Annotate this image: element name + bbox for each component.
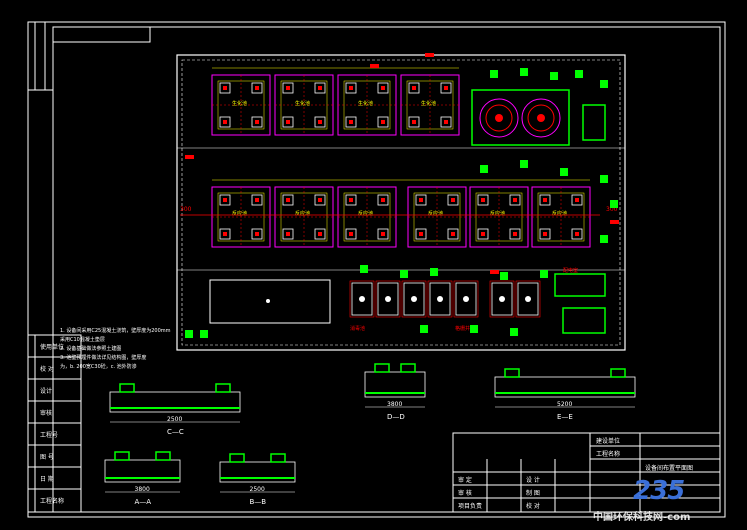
storage-room bbox=[209, 279, 331, 324]
tank-label: 反应池 bbox=[358, 210, 373, 217]
tank-label: 反应池 bbox=[552, 210, 567, 217]
equipment-label: 格栅井 bbox=[455, 325, 470, 332]
section-label: B—B bbox=[250, 498, 267, 506]
tank-label: 反应池 bbox=[490, 210, 505, 217]
bottom-equipment-row: 配电室格栅井 消毒池 bbox=[349, 267, 606, 334]
watermark-logo: 235 bbox=[633, 476, 685, 506]
title-label: 审 定 bbox=[458, 476, 472, 484]
fixture-marker bbox=[480, 165, 488, 173]
tank-label: 反应池 bbox=[295, 210, 310, 217]
note-line: 采用C10混凝土垫层 bbox=[60, 336, 105, 343]
fixture-marker bbox=[600, 175, 608, 183]
tank-label: 生化池 bbox=[295, 100, 310, 107]
fixture-marker bbox=[470, 325, 478, 333]
fixture-marker bbox=[600, 235, 608, 243]
fixture-marker bbox=[185, 330, 193, 338]
fixture-marker bbox=[520, 68, 528, 76]
red-marker bbox=[185, 155, 194, 159]
design-notes: 1. 设备间采用C25混凝土浇筑，壁厚度为200mm 采用C10混凝土垫层 2. 设… bbox=[60, 327, 171, 370]
note-line: 为，b. 200宽C30砼，c. 池外防渗 bbox=[60, 363, 137, 370]
side-panel-label: 日 期 bbox=[40, 475, 54, 483]
fixture-marker bbox=[490, 70, 498, 78]
fixture-marker bbox=[430, 268, 438, 276]
tank-label: 生化池 bbox=[421, 100, 436, 107]
fixture-marker bbox=[540, 270, 548, 278]
title-label: 工程名称 bbox=[596, 450, 620, 458]
cad-drawing: 使用单位校 对设计审核工程号图 号日 期工程名称 生化池 生化池 生化池 生化池 反应… bbox=[27, 21, 726, 518]
title-label: 制 图 bbox=[526, 489, 540, 497]
red-marker bbox=[425, 53, 434, 57]
side-panel-label: 校 对 bbox=[40, 365, 54, 373]
title-label: 项目负责 bbox=[458, 502, 482, 510]
side-info-panel: 使用单位校 对设计审核工程号图 号日 期工程名称 bbox=[27, 334, 82, 513]
fixture-marker bbox=[400, 270, 408, 278]
dimension-text: 2500 bbox=[167, 416, 182, 423]
section-label: A—A bbox=[135, 498, 152, 506]
title-label: 设 计 bbox=[526, 476, 540, 484]
top-left-tab bbox=[52, 26, 151, 43]
equipment-label: 消毒池 bbox=[350, 325, 365, 332]
tank-label: 反应池 bbox=[428, 210, 443, 217]
tank-label: 生化池 bbox=[232, 100, 247, 107]
side-panel-label: 工程号 bbox=[40, 431, 58, 439]
drawing-title: 设备间布置平面图 bbox=[645, 464, 693, 472]
note-line: 1. 设备间采用C25混凝土浇筑，壁厚度为200mm bbox=[60, 327, 171, 334]
note-line: 3. 池壁预埋件做法详见结构图，壁厚度 bbox=[60, 354, 146, 361]
circular-tanks bbox=[471, 89, 606, 146]
red-marker bbox=[610, 220, 619, 224]
red-marker bbox=[490, 270, 499, 274]
section-label: D—D bbox=[387, 413, 405, 421]
dimension-text: 3800 bbox=[135, 486, 150, 493]
section-label: E—E bbox=[557, 413, 573, 421]
red-marker bbox=[370, 64, 379, 68]
note-line: 2. 设备基础做法参照土建图 bbox=[60, 345, 121, 352]
title-label: 校 对 bbox=[526, 502, 540, 510]
fixture-marker bbox=[360, 265, 368, 273]
fixture-marker bbox=[500, 272, 508, 280]
fixture-marker bbox=[610, 200, 618, 208]
fixture-marker bbox=[550, 72, 558, 80]
watermark-site: 中国环保科技网-com bbox=[593, 512, 691, 523]
side-panel-label: 设计 bbox=[40, 387, 52, 395]
side-panel-label: 工程名称 bbox=[40, 497, 64, 505]
fixture-marker bbox=[600, 80, 608, 88]
title-label: 建设单位 bbox=[596, 437, 620, 445]
side-panel-label: 图 号 bbox=[40, 454, 54, 461]
tank-label: 生化池 bbox=[358, 100, 373, 107]
top-tank-row: 生化池 生化池 生化池 生化池 bbox=[211, 67, 460, 136]
fixture-marker bbox=[420, 325, 428, 333]
tank-label: 反应池 bbox=[232, 210, 247, 217]
section-label: C—C bbox=[167, 428, 184, 436]
fixture-marker bbox=[560, 168, 568, 176]
title-label: 审 核 bbox=[458, 489, 472, 497]
drawing-outer-border bbox=[27, 21, 726, 518]
fixture-marker bbox=[510, 328, 518, 336]
fixture-marker bbox=[575, 70, 583, 78]
dimension-text: 2500 bbox=[250, 486, 265, 493]
fixture-marker bbox=[200, 330, 208, 338]
dimension-text: 300 bbox=[180, 206, 192, 213]
side-panel-label: 审核 bbox=[40, 409, 52, 417]
fixture-marker bbox=[520, 160, 528, 168]
dimension-text: 5200 bbox=[557, 401, 572, 408]
dimension-text: 3800 bbox=[387, 401, 402, 408]
middle-tank-row: 反应池 反应池 反应池 反应池 反应池 反应池300 300 bbox=[180, 179, 618, 248]
equipment-label: 配电室 bbox=[563, 267, 578, 274]
